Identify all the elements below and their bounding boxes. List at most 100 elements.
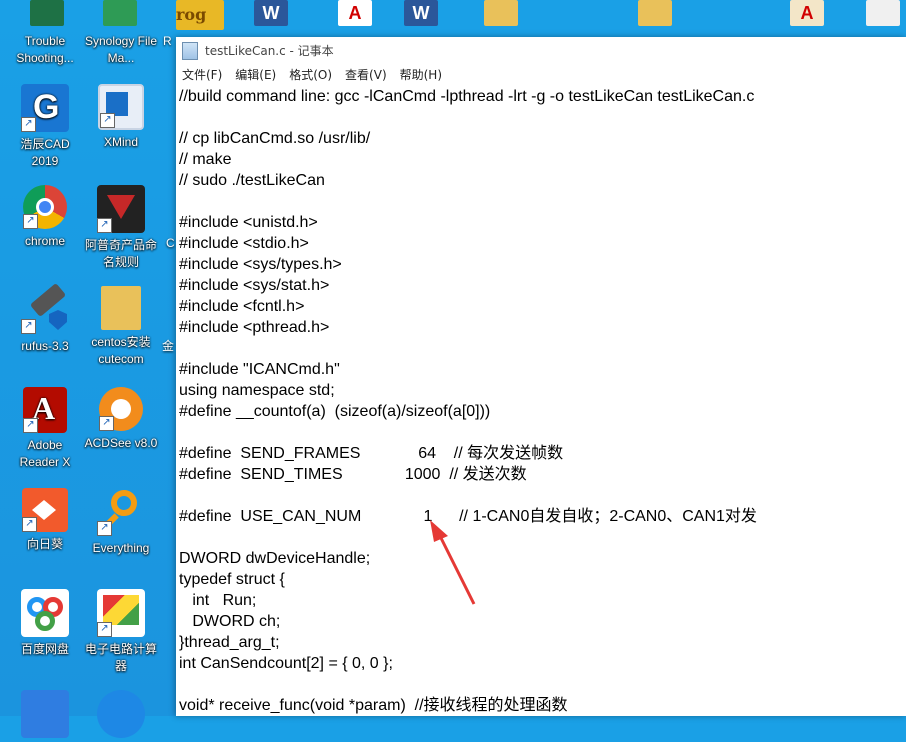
bird-icon: [21, 690, 69, 738]
adobe-reader-icon: A ↗: [23, 387, 67, 433]
shortcut-arrow-icon: ↗: [21, 117, 36, 132]
title-bar[interactable]: testLikeCan.c - 记事本: [176, 37, 906, 64]
desktop-icon-xmind[interactable]: ↗ XMind: [84, 84, 158, 151]
code-line: using namespace std;: [179, 382, 335, 399]
desktop-icon-label: XMind: [103, 135, 138, 149]
desktop-icon-sunflower[interactable]: ↗ 向日葵: [8, 488, 82, 553]
frog-icon[interactable]: rog: [176, 0, 224, 30]
desktop-icon-label: 阿普奇产品命名规则: [84, 238, 157, 269]
code-line: #define __countof(a) (sizeof(a)/sizeof(a…: [179, 403, 491, 420]
gstarcad-icon: G ↗: [21, 84, 69, 132]
synology-icon[interactable]: [103, 0, 137, 26]
desktop-icon-label: Synology File Ma...: [84, 34, 158, 65]
code-line: #include <sys/types.h>: [179, 256, 342, 273]
desktop-icon-label: ACDSee v8.0: [84, 436, 158, 450]
search-magnifier-icon: ↗: [97, 488, 145, 536]
menu-view[interactable]: 查看(V): [345, 66, 387, 83]
sunflower-icon: ↗: [22, 488, 68, 532]
shortcut-arrow-icon: ↗: [97, 218, 112, 233]
usb-drive-icon: ↗: [21, 282, 69, 334]
desktop-icon-circuit-calculator[interactable]: ↗ 电子电路计算器: [84, 589, 158, 675]
desktop-icon-label: 浩辰CAD 2019: [20, 137, 70, 168]
desktop-icon-label: 百度网盘: [20, 642, 69, 656]
desktop-icon-label: Adobe Reader X: [19, 438, 71, 469]
code-line: #include <unistd.h>: [179, 214, 318, 231]
notepad-icon: [182, 41, 198, 60]
code-line: int CanSendcount[2] = { 0, 0 };: [179, 655, 393, 672]
desktop-icon-naming-rules[interactable]: ↗ 阿普奇产品命名规则: [84, 185, 158, 271]
desktop-icon-synology[interactable]: Synology File Ma...: [84, 33, 158, 67]
code-line: DWORD dwDeviceHandle;: [179, 550, 371, 567]
folder-icon[interactable]: [484, 0, 518, 26]
excel-icon[interactable]: [30, 0, 64, 26]
desktop-icon-everything[interactable]: ↗ Everything: [84, 488, 158, 557]
shortcut-arrow-icon: ↗: [100, 113, 115, 128]
acdsee-icon: ↗: [99, 387, 143, 431]
code-line: //build command line: gcc -lCanCmd -lpth…: [179, 88, 755, 105]
desktop-icon-chrome[interactable]: ↗ chrome: [8, 185, 82, 250]
superman-icon: ↗: [97, 185, 145, 233]
menu-format[interactable]: 格式(O): [289, 66, 332, 83]
desktop-icon-label: rufus-3.3: [21, 339, 69, 353]
folder-icon[interactable]: [866, 0, 900, 26]
frog-text: rog: [176, 5, 207, 24]
folder-icon: [101, 286, 141, 330]
clipped-label: 金: [162, 339, 175, 353]
code-line: DWORD ch;: [179, 613, 281, 630]
desktop-icon-adobe-reader[interactable]: A ↗ Adobe Reader X: [8, 387, 82, 471]
desktop-icon-acdsee[interactable]: ↗ ACDSee v8.0: [84, 387, 158, 452]
desktop-icon-label: 电子电路计算器: [84, 642, 157, 673]
notepad-window[interactable]: testLikeCan.c - 记事本 文件(F) 编辑(E) 格式(O) 查看…: [176, 37, 906, 716]
thunder-icon: [97, 690, 145, 738]
desktop-icon-thunder[interactable]: [84, 690, 158, 742]
text-editor[interactable]: //build command line: gcc -lCanCmd -lpth…: [179, 86, 906, 716]
code-line: #define SEND_FRAMES 64 // 每次发送帧数: [179, 445, 564, 462]
shortcut-arrow-icon: ↗: [99, 416, 114, 431]
code-line: void* receive_func(void *param) //接收线程的处…: [179, 697, 568, 714]
code-line: #define USE_CAN_NUM 1 // 1-CAN0自发自收；2-CA…: [179, 508, 757, 525]
desktop-icon-centos-folder[interactable]: centos安装cutecom: [84, 286, 158, 368]
code-line: // make: [179, 151, 232, 168]
code-line: #define SEND_TIMES 1000 // 发送次数: [179, 466, 527, 483]
code-line: }thread_arg_t;: [179, 634, 280, 651]
window-title: testLikeCan.c - 记事本: [205, 44, 334, 58]
desktop-icon-label: 向日葵: [26, 537, 63, 551]
chrome-icon: ↗: [23, 185, 67, 229]
code-line: typedef struct {: [179, 571, 285, 588]
code-line: #include <fcntl.h>: [179, 298, 305, 315]
menu-help[interactable]: 帮助(H): [400, 66, 442, 83]
menu-file[interactable]: 文件(F): [182, 66, 222, 83]
shortcut-arrow-icon: ↗: [97, 622, 112, 637]
code-line: #include <sys/stat.h>: [179, 277, 330, 294]
word-icon[interactable]: W: [254, 0, 288, 26]
shortcut-arrow-icon: ↗: [22, 517, 37, 532]
desktop-icon-label: Everything: [92, 541, 150, 555]
desktop-icon-label: chrome: [24, 234, 65, 248]
code-line: #include "ICANCmd.h": [179, 361, 340, 378]
folder-icon[interactable]: [638, 0, 672, 26]
xmind-icon: ↗: [98, 84, 144, 130]
pdf-icon[interactable]: A: [338, 0, 372, 26]
shortcut-arrow-icon: ↗: [21, 319, 36, 334]
pdf-icon[interactable]: A: [790, 0, 824, 26]
desktop-icon-baidu-netdisk[interactable]: 百度网盘: [8, 589, 82, 658]
desktop-icon-bird[interactable]: [8, 690, 82, 742]
desktop-icon-gstarcad[interactable]: G ↗ 浩辰CAD 2019: [8, 84, 82, 170]
menu-edit[interactable]: 编辑(E): [235, 66, 276, 83]
clipped-label: R: [163, 34, 172, 48]
desktop-icon-trouble-shooting[interactable]: Trouble Shooting...: [8, 33, 82, 67]
desktop-icon-label: centos安装cutecom: [91, 335, 151, 366]
code-line: int Run;: [179, 592, 257, 609]
shortcut-arrow-icon: ↗: [97, 521, 112, 536]
code-line: // sudo ./testLikeCan: [179, 172, 325, 189]
menu-bar: 文件(F) 编辑(E) 格式(O) 查看(V) 帮助(H): [176, 64, 906, 85]
word-icon[interactable]: W: [404, 0, 438, 26]
desktop-icon-rufus[interactable]: ↗ rufus-3.3: [8, 282, 82, 355]
clipped-label: C: [166, 236, 175, 250]
